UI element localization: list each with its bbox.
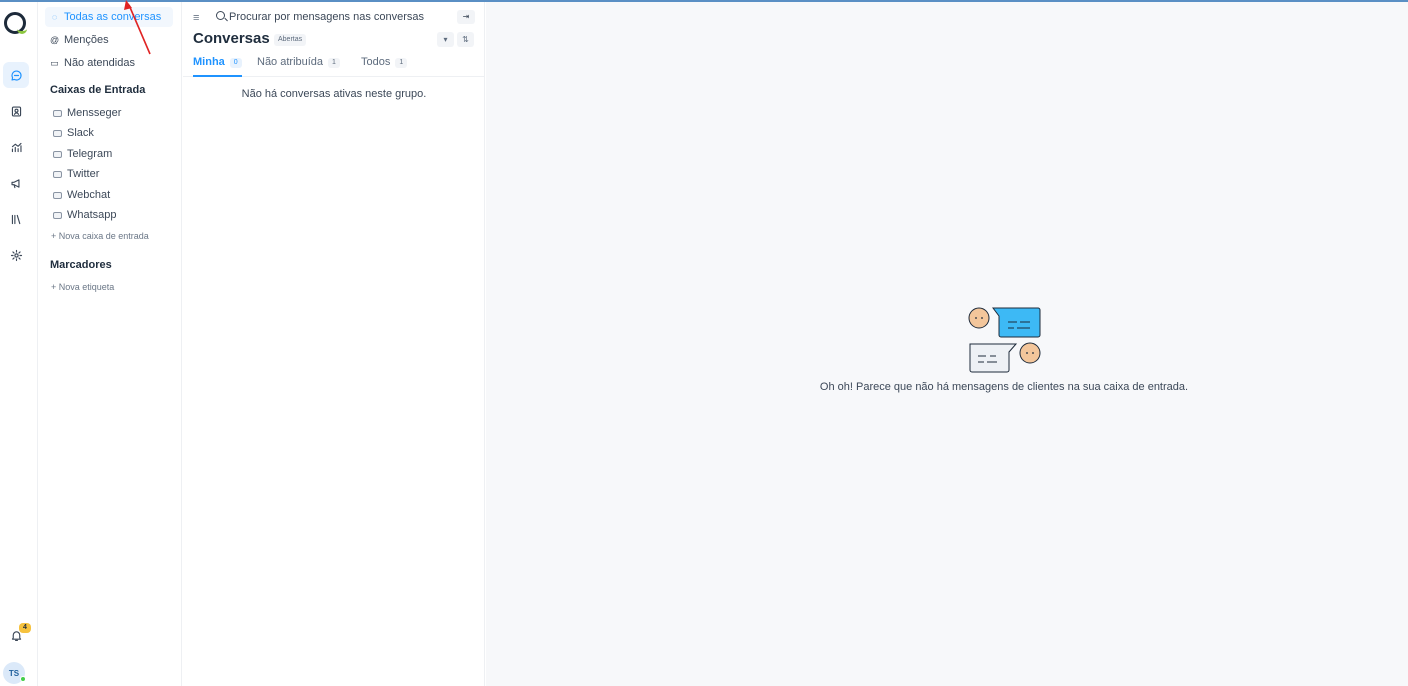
inbox-icon: ▭ <box>50 57 59 68</box>
app-logo[interactable] <box>4 12 27 34</box>
tab-mine[interactable]: Minha 0 <box>193 56 242 77</box>
inbox-label: Twitter <box>67 168 100 180</box>
inbox-item[interactable]: Twitter <box>53 166 99 182</box>
library-icon[interactable] <box>3 206 29 232</box>
inbox-channel-icon <box>53 109 62 117</box>
tab-count: 1 <box>328 58 340 68</box>
tab-label: Não atribuída <box>257 56 324 68</box>
inbox-label: Mensseger <box>67 107 122 119</box>
tab-label: Minha <box>193 56 225 68</box>
inboxes-heading: Caixas de Entrada <box>50 84 146 96</box>
primary-nav-rail: 4 TS <box>0 2 38 686</box>
chat-icon: ◌ <box>51 12 58 22</box>
inbox-channel-icon <box>53 191 62 199</box>
reports-icon[interactable] <box>3 134 29 160</box>
labels-heading: Marcadores <box>50 259 112 271</box>
tab-all[interactable]: Todos 1 <box>361 56 408 77</box>
inbox-label: Telegram <box>67 148 113 160</box>
menu-icon[interactable]: ≡ <box>193 12 199 24</box>
collapse-panel-button[interactable]: ⇥ <box>457 10 475 24</box>
campaigns-icon[interactable] <box>3 170 29 196</box>
empty-list-message: Não há conversas ativas neste grupo. <box>241 88 427 100</box>
inbox-item[interactable]: Webchat <box>53 187 110 203</box>
inbox-item[interactable]: Slack <box>53 125 94 141</box>
tab-label: Todos <box>361 56 391 68</box>
annotation-arrow <box>124 0 151 55</box>
inbox-channel-icon <box>53 150 62 158</box>
inbox-label: Webchat <box>67 189 111 201</box>
search-icon <box>216 11 225 20</box>
sort-icon[interactable]: ⇅ <box>457 32 474 47</box>
notification-badge: 4 <box>19 623 31 633</box>
search-input[interactable] <box>229 8 449 26</box>
conversation-list-panel: ≡ ⇥ Conversas Abertas ▾ ⇅ Minha 0 Não at… <box>183 2 485 686</box>
empty-inbox-message: Oh oh! Parece que não há mensagens de cl… <box>819 381 1189 393</box>
tab-unassigned[interactable]: Não atribuída 1 <box>257 56 340 77</box>
inbox-label: Whatsapp <box>67 209 117 221</box>
conversations-icon[interactable] <box>3 62 29 88</box>
status-filter-badge[interactable]: Abertas <box>274 34 307 46</box>
inbox-channel-icon <box>53 129 62 137</box>
tab-count: 1 <box>395 58 408 68</box>
main-content: Oh oh! Parece que não há mensagens de cl… <box>486 2 1408 686</box>
contacts-icon[interactable] <box>3 98 29 124</box>
nav-label: Não atendidas <box>64 57 135 69</box>
page-title: Conversas <box>193 30 270 47</box>
settings-icon[interactable] <box>3 242 29 268</box>
inbox-item[interactable]: Mensseger <box>53 105 121 121</box>
filter-icon[interactable]: ▾ <box>437 32 454 47</box>
secondary-sidebar: ◌ Todas as conversas @ Menções ▭ Não ate… <box>39 2 182 686</box>
nav-label: Menções <box>64 34 109 46</box>
inbox-item[interactable]: Whatsapp <box>53 207 117 223</box>
empty-inbox-illustration <box>968 307 1041 373</box>
tab-count: 0 <box>229 58 242 68</box>
at-icon: @ <box>50 35 60 45</box>
new-label-link[interactable]: + Nova etiqueta <box>51 282 114 292</box>
conversation-tabs: Minha 0 Não atribuída 1 Todos 1 <box>183 50 485 77</box>
inbox-item[interactable]: Telegram <box>53 146 112 162</box>
inbox-channel-icon <box>53 211 62 219</box>
new-inbox-link[interactable]: + Nova caixa de entrada <box>51 231 149 241</box>
inbox-label: Slack <box>67 127 94 139</box>
online-status-dot <box>20 676 26 682</box>
inbox-channel-icon <box>53 170 62 178</box>
